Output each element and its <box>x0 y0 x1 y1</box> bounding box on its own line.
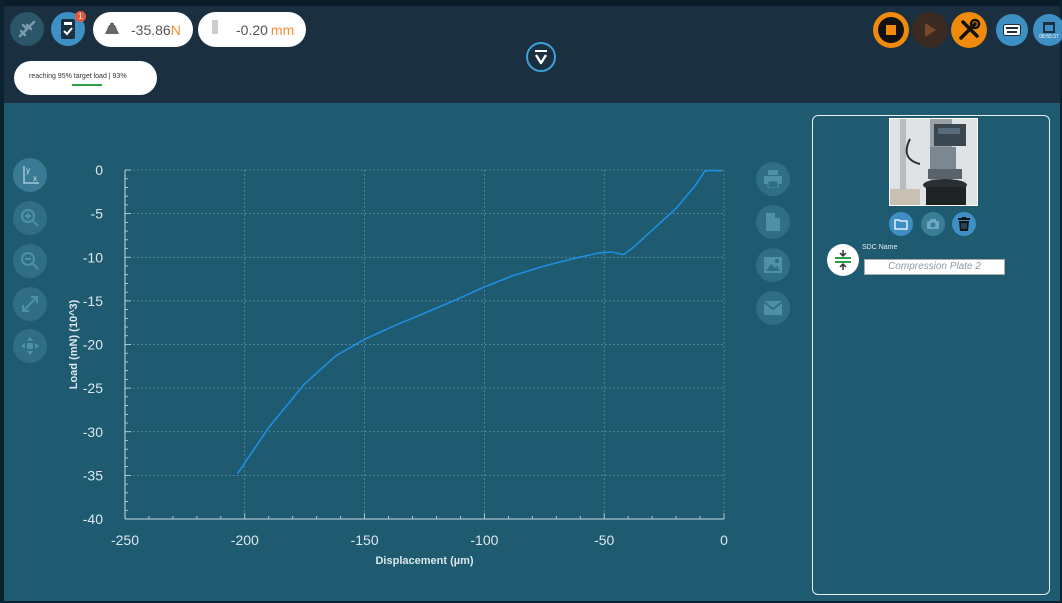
compression-plate-icon <box>827 244 859 276</box>
x-tick-label: -150 <box>351 532 379 548</box>
y-tick-label: -40 <box>83 511 103 527</box>
zoom-in-icon <box>21 209 39 227</box>
document-button[interactable] <box>756 205 790 239</box>
fit-expand-icon <box>22 296 38 312</box>
zoom-out-icon <box>21 252 39 270</box>
y-tick-label: -30 <box>83 424 103 440</box>
y-tick-label: 0 <box>95 162 103 178</box>
y-tick-label: -35 <box>83 467 103 483</box>
delete-button[interactable] <box>952 212 976 236</box>
trash-icon <box>958 217 970 231</box>
x-axis-title: Displacement (µm) <box>375 555 473 567</box>
force-value: -35.86 <box>131 21 171 38</box>
y-tick-label: -10 <box>83 249 103 265</box>
axis-toggle-button[interactable]: yx <box>13 158 47 192</box>
pan-icon <box>21 337 39 355</box>
displacement-value: -0.20 <box>236 21 268 38</box>
load-displacement-chart: 0 -5 -10 -15 -20 -25 -30 -35 -40 -250 -200 -150 -100… <box>68 162 728 567</box>
document-icon <box>766 213 780 231</box>
play-icon <box>925 23 936 37</box>
svg-text:y: y <box>26 166 30 175</box>
ruler-icon <box>212 20 218 39</box>
open-folder-button[interactable] <box>889 212 913 236</box>
zoom-in-button[interactable] <box>13 201 47 235</box>
force-unit: N <box>170 21 181 38</box>
pan-button[interactable] <box>13 329 47 363</box>
calendar-icon <box>1043 22 1055 33</box>
tools-button[interactable] <box>951 12 987 48</box>
play-button[interactable] <box>912 12 948 48</box>
x-tick-label: -50 <box>594 532 614 548</box>
y-tick-label: -20 <box>83 337 103 353</box>
weight-icon <box>105 21 119 39</box>
zoom-out-button[interactable] <box>13 244 47 278</box>
disconnect-icon[interactable] <box>10 12 44 46</box>
y-tick-label: -15 <box>83 293 103 309</box>
stop-button[interactable] <box>873 12 909 48</box>
axis-toggle-icon: yx <box>23 166 39 184</box>
keyboard-button[interactable] <box>996 14 1028 46</box>
sdc-name-field[interactable]: Compression Plate 2 <box>864 259 1005 275</box>
y-axis-title: Load (mN) (10^3) <box>68 299 80 389</box>
y-tick-label: -5 <box>91 206 104 222</box>
status-progress-bar <box>72 84 102 86</box>
collapse-toggle-button[interactable] <box>526 42 556 72</box>
displacement-unit: mm <box>270 21 295 38</box>
stop-icon <box>886 25 896 35</box>
status-pill: reaching 95% target load | 93% <box>14 61 157 95</box>
image-icon <box>764 257 782 273</box>
x-tick-label: -100 <box>470 532 498 548</box>
image-button[interactable] <box>756 248 790 282</box>
folder-icon <box>894 219 908 230</box>
y-tick-label: -25 <box>83 380 103 396</box>
sdc-name-label: SDC Name <box>862 244 898 251</box>
top-toolbar: 1 -35.86 N -0.20 mm reaching 95% target … <box>4 0 1062 103</box>
load-curve <box>236 169 722 475</box>
clock-text: 08:55:37 <box>1039 34 1059 40</box>
fit-expand-button[interactable] <box>13 287 47 321</box>
keyboard-icon <box>1003 24 1021 36</box>
camera-button[interactable] <box>921 212 945 236</box>
x-tick-label: -200 <box>231 532 259 548</box>
notification-badge: 1 <box>75 11 86 22</box>
print-button[interactable] <box>756 162 790 196</box>
calendar-button[interactable]: 08:55:37 <box>1033 14 1062 46</box>
sample-photo[interactable] <box>889 118 978 206</box>
force-readout: -35.86 N <box>93 12 193 47</box>
tools-icon <box>959 18 981 40</box>
status-text: reaching 95% target load | 93% <box>29 73 127 80</box>
camera-icon <box>927 219 939 229</box>
displacement-readout: -0.20 mm <box>198 12 306 47</box>
x-tick-label: 0 <box>720 532 728 548</box>
print-icon <box>764 170 782 188</box>
email-button[interactable] <box>756 291 790 325</box>
email-icon <box>763 301 783 315</box>
svg-text:x: x <box>33 174 37 183</box>
sample-panel: SDC Name Compression Plate 2 <box>812 115 1050 595</box>
x-tick-label: -250 <box>111 532 139 548</box>
